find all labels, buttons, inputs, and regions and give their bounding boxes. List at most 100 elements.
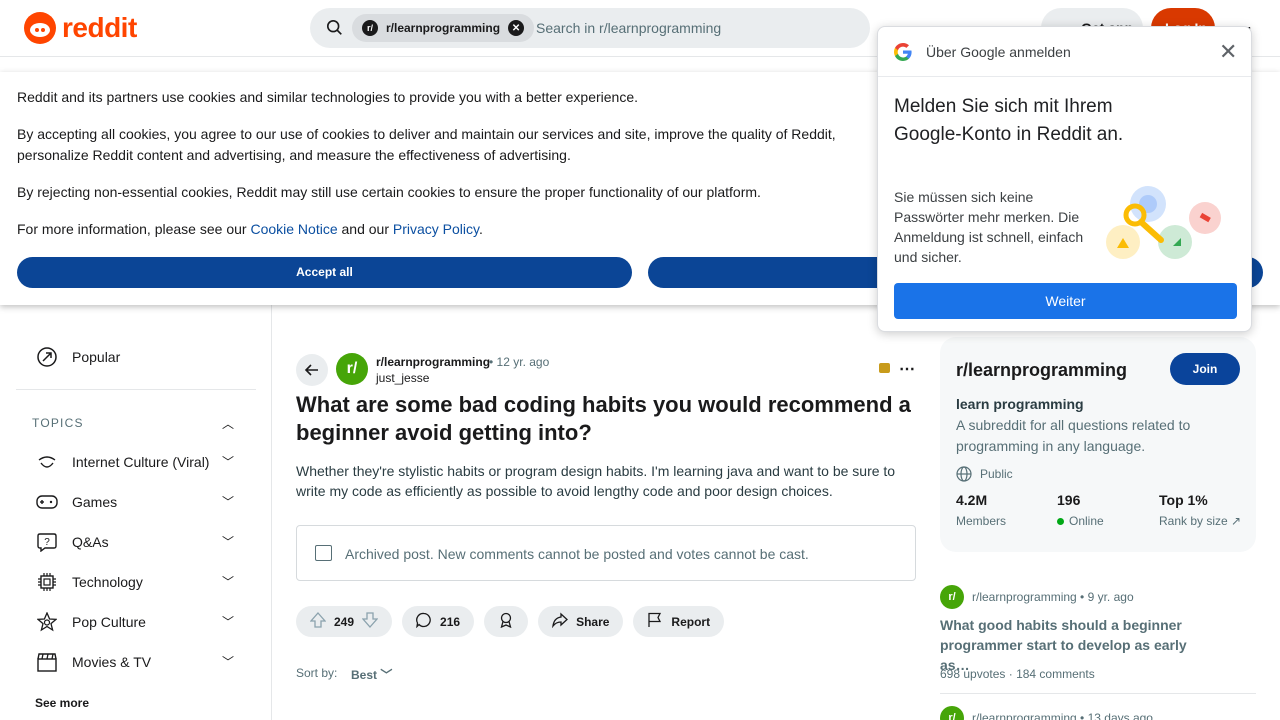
community-visibility: Public: [956, 466, 1013, 482]
sidebar-item-internet-culture[interactable]: Internet Culture (Viral) ﹀: [36, 451, 234, 473]
sidebar-item-label: Popular: [72, 349, 121, 365]
post-actions: 249 216 Share Report: [296, 606, 725, 637]
topics-heading[interactable]: TOPICS: [32, 416, 84, 430]
archive-box-icon: [315, 545, 332, 561]
archived-notice-text: Archived post. New comments cannot be po…: [345, 546, 809, 562]
post-container: r/ r/learnprogramming • 12 yr. ago just_…: [296, 305, 916, 720]
sidebar-item-label: Q&As: [72, 534, 109, 550]
comments-button[interactable]: 216: [402, 606, 475, 637]
post-timestamp: • 12 yr. ago: [489, 355, 550, 369]
share-icon: [552, 612, 569, 631]
search-bar[interactable]: r/ r/learnprogramming ✕ Search in r/lear…: [310, 8, 870, 48]
award-icon: [498, 612, 514, 631]
key-illustration-icon: [1106, 186, 1221, 259]
members-label: Members: [956, 514, 1007, 528]
post-author-link[interactable]: just_jesse: [376, 371, 429, 385]
online-label: Online: [1057, 514, 1104, 528]
subreddit-avatar: r/: [940, 706, 964, 720]
archived-notice: Archived post. New comments cannot be po…: [296, 525, 916, 581]
cookie-notice-link[interactable]: Cookie Notice: [250, 221, 337, 237]
chevron-up-icon[interactable]: ︿: [222, 415, 234, 432]
post-body: Whether they're stylistic habits or prog…: [296, 463, 896, 499]
sidebar-divider: [16, 389, 256, 390]
chip-icon: [36, 571, 58, 593]
related-post-meta: r/learnprogramming • 13 days ago: [972, 711, 1153, 720]
sidebar-item-technology[interactable]: Technology ﹀: [36, 571, 234, 593]
vote-count: 249: [334, 614, 355, 629]
comment-icon: [416, 612, 432, 631]
svg-text:?: ?: [44, 537, 50, 548]
subreddit-avatar: r/: [940, 585, 964, 609]
google-popup-header: Über Google anmelden ✕: [878, 27, 1251, 77]
reddit-logo[interactable]: reddit: [24, 12, 137, 44]
subreddit-mini-icon: r/: [362, 20, 378, 36]
community-name[interactable]: r/learnprogramming: [956, 360, 1127, 381]
google-popup-title: Melden Sie sich mit Ihrem Google-Konto i…: [894, 96, 1124, 145]
chevron-down-icon: ﹀: [380, 668, 393, 682]
report-button[interactable]: Report: [633, 606, 725, 637]
sidebar-item-popular[interactable]: Popular: [36, 346, 120, 368]
award-button[interactable]: [484, 606, 529, 637]
google-logo-icon: [894, 43, 912, 61]
google-signin-popup: Über Google anmelden ✕ Melden Sie sich m…: [877, 26, 1252, 332]
search-subreddit-chip[interactable]: r/ r/learnprogramming ✕: [352, 14, 535, 42]
sidebar-item-pop-culture[interactable]: Pop Culture ﹀: [36, 611, 234, 633]
vote-group: 249: [296, 606, 393, 637]
archive-badge-icon: [879, 363, 890, 373]
reddit-snoo-icon: [24, 12, 56, 44]
left-sidebar: Popular TOPICS ︿ Internet Culture (Viral…: [0, 305, 272, 720]
chevron-down-icon[interactable]: ﹀: [222, 533, 234, 550]
join-button[interactable]: Join: [1170, 353, 1240, 385]
question-icon: ?: [36, 531, 58, 553]
privacy-policy-link[interactable]: Privacy Policy: [393, 221, 479, 237]
sort-dropdown[interactable]: Best ﹀: [351, 666, 392, 683]
back-arrow-icon[interactable]: [296, 354, 328, 386]
post-subreddit-link[interactable]: r/learnprogramming: [376, 355, 490, 369]
share-label: Share: [576, 614, 610, 629]
external-link-icon: ↗: [1231, 514, 1242, 528]
downvote-icon[interactable]: [361, 612, 379, 631]
search-input[interactable]: Search in r/learnprogramming: [536, 20, 721, 36]
cookie-text-4: For more information, please see our Coo…: [17, 221, 483, 237]
related-post[interactable]: r/ r/learnprogramming • 9 yr. ago What g…: [940, 585, 1256, 695]
related-post-title[interactable]: What good habits should a beginner progr…: [940, 615, 1210, 675]
related-post[interactable]: r/ r/learnprogramming • 13 days ago: [940, 706, 1256, 720]
google-popup-description: Sie müssen sich keine Passwörter mehr me…: [894, 189, 1084, 265]
related-divider: [940, 693, 1256, 694]
sidebar-item-games[interactable]: Games ﹀: [36, 491, 234, 513]
google-popup-header-text: Über Google anmelden: [926, 44, 1071, 60]
sidebar-item-qas[interactable]: ? Q&As ﹀: [36, 531, 234, 553]
community-subtitle: learn programming: [956, 396, 1084, 412]
subreddit-avatar[interactable]: r/: [336, 353, 368, 385]
sidebar-item-label: Games: [72, 494, 118, 510]
upvote-icon[interactable]: [309, 612, 327, 631]
rank-value: Top 1%: [1159, 492, 1208, 508]
sidebar-item-label: Pop Culture: [72, 614, 146, 630]
flag-icon: [647, 612, 663, 631]
sidebar-item-movies-tv[interactable]: Movies & TV ﹀: [36, 651, 234, 673]
report-label: Report: [671, 614, 711, 629]
search-icon: [326, 19, 342, 35]
sidebar-item-label: Technology: [72, 574, 143, 590]
google-continue-button[interactable]: Weiter: [894, 283, 1237, 319]
related-post-stats: 698 upvotes · 184 comments: [940, 667, 1095, 681]
cookie-text-1: Reddit and its partners use cookies and …: [17, 89, 639, 105]
chevron-down-icon[interactable]: ﹀: [222, 653, 234, 670]
share-button[interactable]: Share: [538, 606, 624, 637]
close-icon[interactable]: ✕: [1219, 39, 1237, 65]
chevron-down-icon[interactable]: ﹀: [222, 613, 234, 630]
accept-all-button[interactable]: Accept all: [17, 257, 632, 288]
chip-remove-icon[interactable]: ✕: [508, 20, 525, 36]
comment-count: 216: [440, 614, 461, 629]
globe-icon: [956, 466, 972, 482]
chevron-down-icon[interactable]: ﹀: [222, 573, 234, 590]
rank-label[interactable]: Rank by size ↗: [1159, 514, 1241, 528]
chevron-down-icon[interactable]: ﹀: [222, 453, 234, 470]
logo-text: reddit: [62, 12, 137, 43]
sort-by-label: Sort by:: [296, 666, 338, 680]
community-description: A subreddit for all questions related to…: [956, 417, 1191, 454]
chevron-down-icon[interactable]: ﹀: [222, 493, 234, 510]
online-dot-icon: [1057, 518, 1064, 525]
post-more-icon[interactable]: ⋯: [899, 359, 915, 379]
see-more-button[interactable]: See more: [35, 696, 89, 710]
